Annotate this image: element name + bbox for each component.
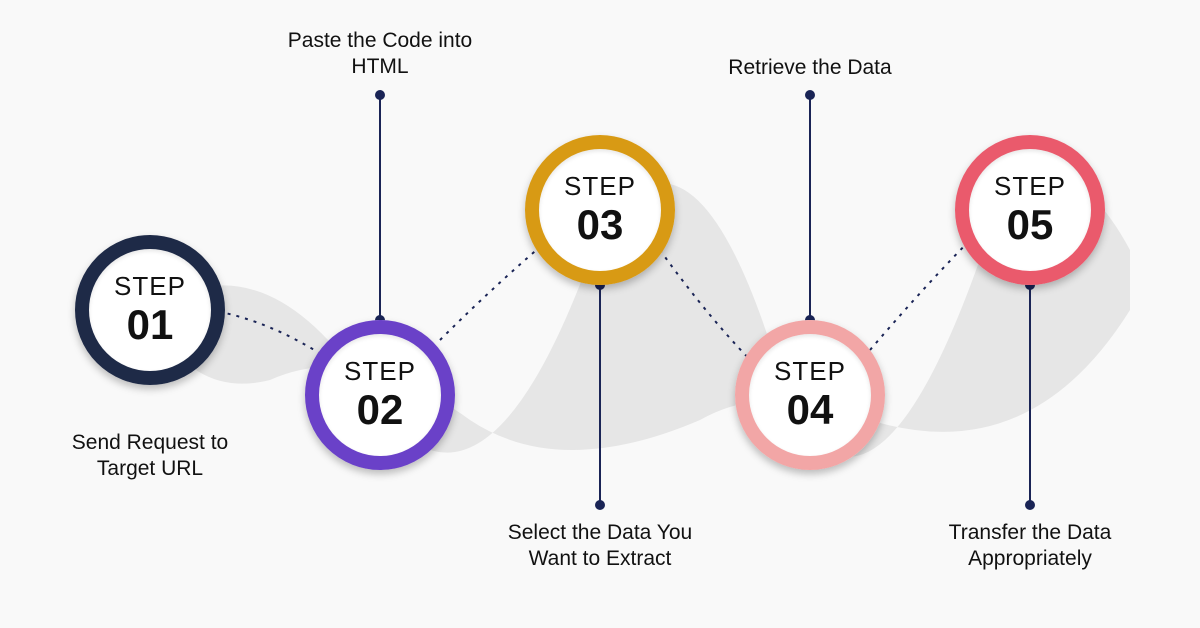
step-04-ring: STEP 04 xyxy=(735,320,885,470)
step-05-word: STEP xyxy=(994,173,1066,200)
process-diagram: STEP 01 Send Request to Target URL STEP … xyxy=(0,0,1200,628)
step-01-label: STEP 01 xyxy=(114,273,186,346)
step-02-label: STEP 02 xyxy=(344,358,416,431)
step-03-num: 03 xyxy=(564,203,636,247)
step-04-num: 04 xyxy=(774,388,846,432)
step-04-word: STEP xyxy=(774,358,846,385)
step-01-ring: STEP 01 xyxy=(75,235,225,385)
step-02-caption: Paste the Code into HTML xyxy=(270,28,490,81)
step-03-word: STEP xyxy=(564,173,636,200)
step-02-word: STEP xyxy=(344,358,416,385)
step-02-leader xyxy=(379,95,381,320)
step-05-ring: STEP 05 xyxy=(955,135,1105,285)
step-02-num: 02 xyxy=(344,388,416,432)
step-05-caption: Transfer the Data Appropriately xyxy=(920,520,1140,573)
step-04-leader xyxy=(809,95,811,320)
step-03-caption: Select the Data You Want to Extract xyxy=(490,520,710,573)
step-05-leader xyxy=(1029,285,1031,505)
step-01-num: 01 xyxy=(114,303,186,347)
step-03-label: STEP 03 xyxy=(564,173,636,246)
step-04-caption: Retrieve the Data xyxy=(700,55,920,81)
step-04-label: STEP 04 xyxy=(774,358,846,431)
step-05-num: 05 xyxy=(994,203,1066,247)
step-03-leader xyxy=(599,285,601,505)
step-03-ring: STEP 03 xyxy=(525,135,675,285)
step-05-label: STEP 05 xyxy=(994,173,1066,246)
step-01-caption: Send Request to Target URL xyxy=(40,430,260,483)
step-01-word: STEP xyxy=(114,273,186,300)
step-02-ring: STEP 02 xyxy=(305,320,455,470)
